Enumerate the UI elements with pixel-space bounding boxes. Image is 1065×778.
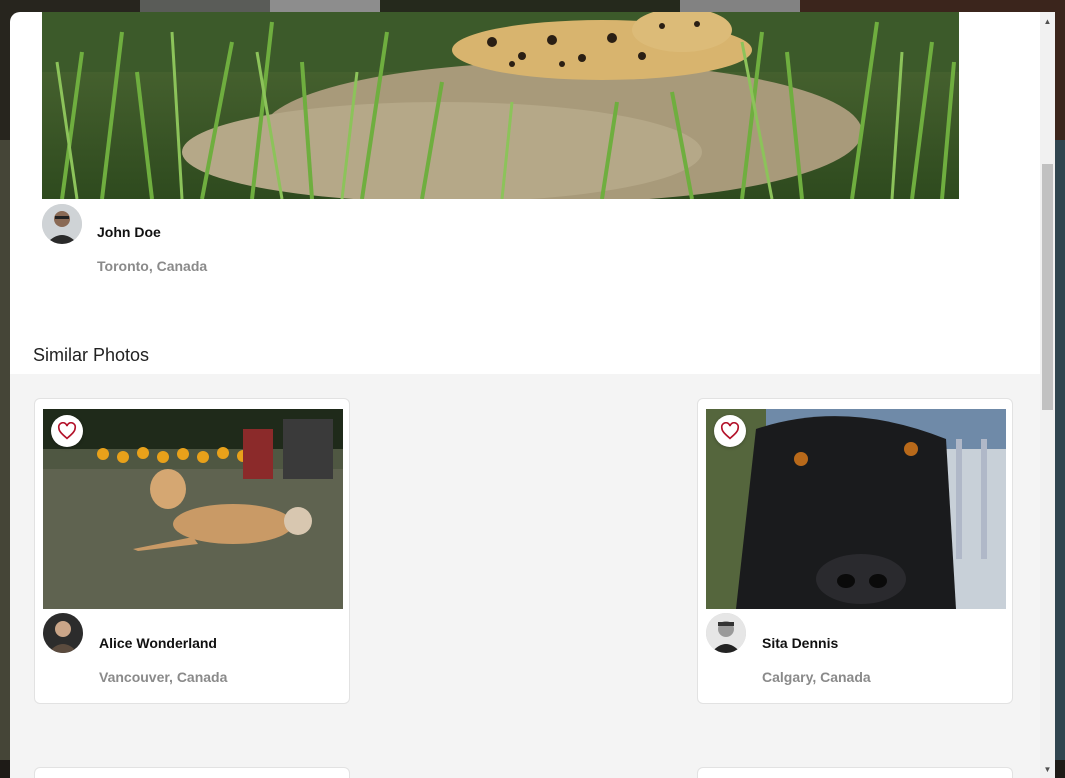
- author-info: John Doe Toronto, Canada: [42, 204, 442, 284]
- author-avatar[interactable]: [42, 204, 82, 244]
- photographer-avatar[interactable]: [706, 613, 746, 653]
- similar-photos-grid: Alice Wonderland Vancouver, Canada Sita …: [10, 374, 1040, 778]
- like-button[interactable]: [51, 415, 83, 447]
- like-button[interactable]: [714, 415, 746, 447]
- triangle-down-icon: ▼: [1043, 764, 1052, 774]
- photographer-location: Calgary, Canada: [762, 669, 871, 685]
- photo-modal: John Doe Toronto, Canada Similar Photos: [10, 12, 1055, 778]
- similar-photos-heading: Similar Photos: [33, 345, 150, 365]
- triangle-up-icon: ▲: [1043, 16, 1052, 26]
- photo-card[interactable]: [34, 767, 350, 778]
- author-name[interactable]: John Doe: [97, 224, 161, 240]
- scroll-down-button[interactable]: ▼: [1040, 762, 1055, 776]
- scroll-thumb[interactable]: [1042, 164, 1053, 410]
- main-photo: [42, 12, 959, 199]
- heart-outline-icon: [57, 422, 77, 440]
- photo-card[interactable]: Sita Dennis Calgary, Canada: [697, 398, 1013, 704]
- photographer-name[interactable]: Alice Wonderland: [99, 635, 217, 651]
- photographer-name[interactable]: Sita Dennis: [762, 635, 838, 651]
- photo-thumbnail[interactable]: [706, 409, 1006, 609]
- photo-card[interactable]: Alice Wonderland Vancouver, Canada: [34, 398, 350, 704]
- author-location: Toronto, Canada: [97, 258, 208, 274]
- photo-thumbnail[interactable]: [43, 409, 343, 609]
- scroll-up-button[interactable]: ▲: [1040, 14, 1055, 28]
- modal-scrollbar[interactable]: ▲ ▼: [1040, 12, 1055, 778]
- heart-outline-icon: [720, 422, 740, 440]
- photo-card[interactable]: [697, 767, 1013, 778]
- photographer-location: Vancouver, Canada: [99, 669, 228, 685]
- photographer-avatar[interactable]: [43, 613, 83, 653]
